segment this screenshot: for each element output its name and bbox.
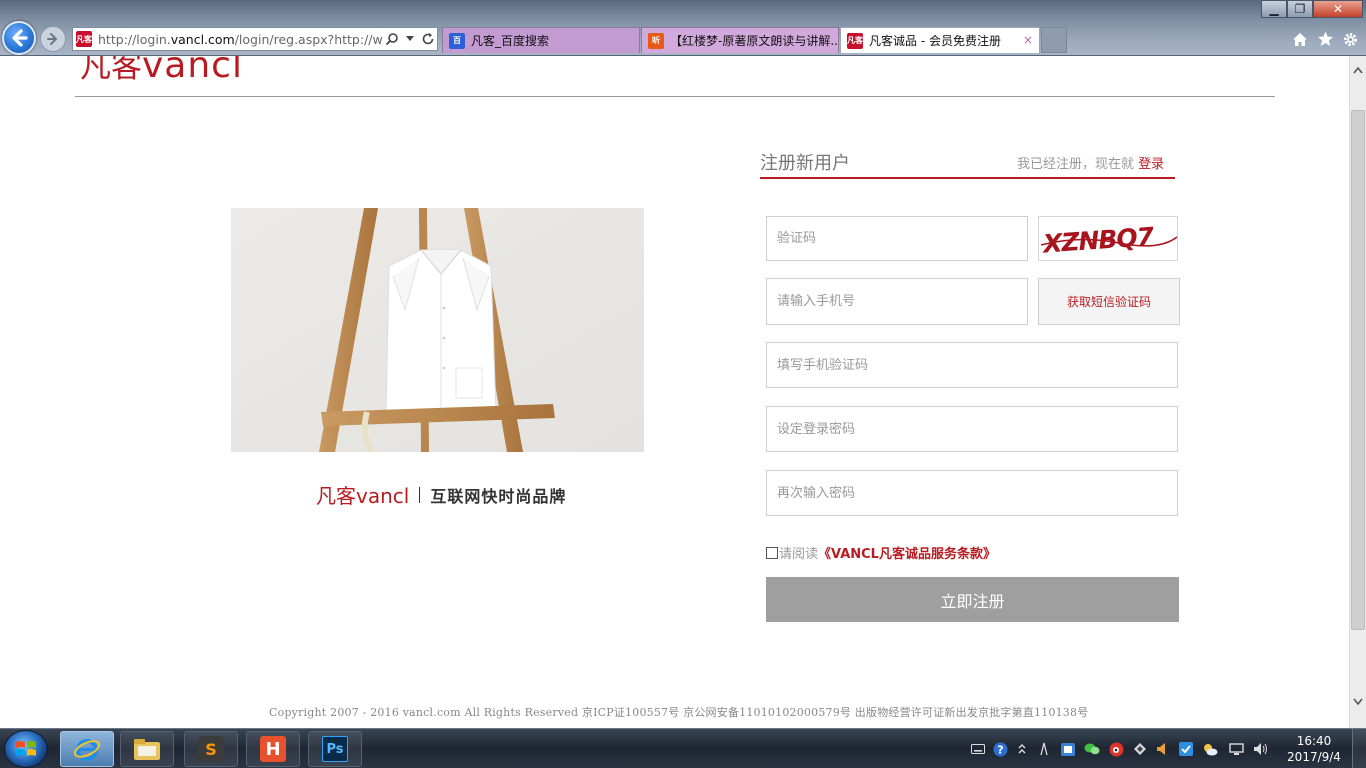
show-desktop-button[interactable] — [1352, 729, 1366, 768]
scrollbar-thumb[interactable] — [1351, 110, 1365, 630]
system-clock[interactable]: 16:40 2017/9/4 — [1282, 733, 1346, 765]
hbuilder-icon: H — [260, 736, 286, 762]
tray-app-icon[interactable] — [1132, 741, 1148, 757]
start-button[interactable] — [4, 730, 48, 768]
terms-link[interactable]: 《VANCL凡客诚品服务条款》 — [818, 543, 996, 562]
new-tab-button[interactable] — [1041, 27, 1067, 53]
brand-logo: 凡客vancl — [316, 484, 410, 508]
address-bar[interactable]: 凡客 http://login.vancl.com/login/reg.aspx… — [72, 27, 438, 51]
brand-slogan: 互联网快时尚品牌 — [430, 486, 567, 506]
web-page: 凡客vancl 凡客vancl 互联网快时尚品牌 注册新用户 我已经注册，现在就… — [0, 56, 1349, 728]
vancl-favicon: 凡客 — [847, 32, 863, 49]
baidu-favicon: 百 — [449, 32, 465, 49]
ting-favicon: 听 — [648, 32, 664, 49]
search-icon[interactable] — [383, 30, 401, 48]
maximize-button[interactable]: ❐ — [1287, 0, 1313, 18]
scroll-up-arrow-icon[interactable] — [1350, 66, 1366, 82]
ime-tray-icon[interactable] — [1060, 741, 1076, 757]
arrow-right-icon — [47, 33, 57, 45]
folder-icon — [134, 739, 160, 760]
keyboard-icon[interactable] — [970, 741, 986, 757]
login-link[interactable]: 登录 — [1138, 157, 1164, 172]
sublime-icon: S — [198, 736, 224, 762]
weather-icon[interactable] — [1202, 741, 1218, 757]
network-icon[interactable] — [1228, 741, 1244, 757]
brand-slogan-line: 凡客vancl 互联网快时尚品牌 — [316, 480, 566, 509]
password-input[interactable] — [767, 407, 1177, 451]
scroll-down-arrow-icon[interactable] — [1350, 698, 1366, 714]
dropdown-icon[interactable] — [401, 30, 419, 48]
security-tray-icon[interactable] — [1178, 741, 1194, 757]
help-icon[interactable]: ? — [992, 741, 1008, 757]
favorites-star-icon[interactable] — [1314, 28, 1336, 50]
confirm-password-input[interactable] — [767, 471, 1177, 515]
sms-code-input[interactable] — [767, 343, 1177, 387]
ie-icon — [73, 739, 101, 761]
window-close-button[interactable]: ✕ — [1313, 0, 1363, 18]
register-form-title: 注册新用户 — [760, 153, 850, 174]
password-field[interactable] — [766, 406, 1178, 452]
taskbar-explorer[interactable] — [120, 731, 174, 767]
tab-baidu-search[interactable]: 百 凡客_百度搜索 — [442, 27, 640, 53]
taskbar-hbuilder[interactable]: H — [246, 731, 300, 767]
browser-chrome: 凡客 http://login.vancl.com/login/reg.aspx… — [0, 0, 1366, 56]
tab-label: 凡客_百度搜索 — [471, 34, 550, 48]
arrow-left-icon — [12, 29, 28, 47]
tab-label: 凡客诚品 - 会员免费注册 — [869, 34, 1001, 48]
vertical-scrollbar[interactable] — [1349, 56, 1366, 728]
phone-input[interactable] — [767, 279, 1027, 324]
copyright-footer: Copyright 2007 - 2016 vancl.com All Righ… — [269, 706, 1089, 719]
header-divider — [75, 96, 1275, 97]
weibo-icon[interactable] — [1108, 741, 1124, 757]
refresh-icon[interactable] — [419, 30, 437, 48]
pen-tray-icon[interactable] — [1036, 741, 1052, 757]
close-tab-icon[interactable]: × — [1023, 33, 1033, 47]
captcha-input[interactable] — [767, 217, 1027, 260]
photoshop-icon: Ps — [322, 736, 348, 762]
taskbar-sublime[interactable]: S — [184, 731, 238, 767]
minimize-button[interactable]: ▁ — [1261, 0, 1287, 18]
form-title-underline — [760, 177, 1175, 179]
register-button[interactable]: 立即注册 — [766, 577, 1179, 622]
tab-vancl-register[interactable]: 凡客 凡客诚品 - 会员免费注册 × — [840, 27, 1040, 53]
tab-hongloumeng[interactable]: 听 【红楼梦-原著原文朗读与讲解... — [641, 27, 839, 53]
svg-text:?: ? — [997, 743, 1003, 756]
vancl-favicon: 凡客 — [76, 31, 92, 47]
sms-code-field[interactable] — [766, 342, 1178, 388]
terms-checkbox[interactable] — [766, 546, 778, 559]
captcha-field[interactable] — [766, 216, 1028, 261]
clock-date: 2017/9/4 — [1287, 750, 1341, 764]
windows-logo-icon — [16, 741, 36, 756]
back-button[interactable] — [2, 21, 36, 55]
shirt-easel-image — [231, 208, 644, 452]
get-sms-code-button[interactable]: 获取短信验证码 — [1038, 278, 1180, 325]
confirm-password-field[interactable] — [766, 470, 1178, 516]
volume-tray-icon[interactable] — [1154, 741, 1170, 757]
forward-button[interactable] — [40, 26, 66, 52]
agree-text: 请阅读 — [779, 547, 819, 562]
captcha-image[interactable]: XZNBQ7 — [1038, 216, 1178, 261]
taskbar-photoshop[interactable]: Ps — [308, 731, 362, 767]
tab-label: 【红楼梦-原著原文朗读与讲解... — [670, 34, 839, 48]
vancl-logo[interactable]: 凡客vancl — [80, 56, 243, 87]
wechat-icon[interactable] — [1084, 741, 1100, 757]
taskbar-ie[interactable] — [60, 731, 114, 767]
login-prompt: 我已经注册，现在就 登录 — [1017, 157, 1165, 172]
windows-taskbar: S H Ps ? 16:40 2017/9/4 — [0, 728, 1366, 768]
terms-agreement-row: 请阅读 《VANCL凡客诚品服务条款》 — [766, 543, 996, 562]
home-icon[interactable] — [1289, 28, 1311, 50]
tray-overflow-icon[interactable] — [1014, 741, 1030, 757]
clock-time: 16:40 — [1296, 734, 1332, 748]
url-text[interactable]: http://login.vancl.com/login/reg.aspx?ht… — [98, 32, 383, 47]
brand-divider — [419, 486, 421, 503]
gear-icon[interactable] — [1339, 28, 1361, 50]
speaker-icon[interactable] — [1252, 741, 1268, 757]
phone-field[interactable] — [766, 278, 1028, 325]
